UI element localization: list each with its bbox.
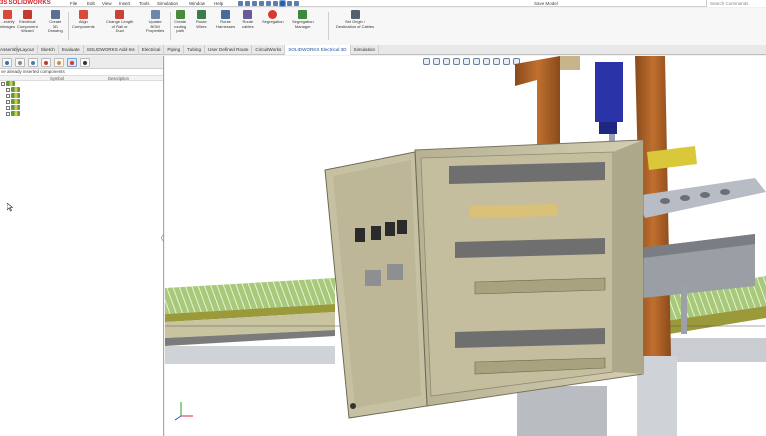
component-panel: ve already inserted components Symbol De… xyxy=(0,56,165,436)
routing-path-icon xyxy=(175,10,185,19)
tree-checkbox[interactable] xyxy=(6,112,10,116)
tree-checkbox[interactable] xyxy=(6,106,10,110)
tab-sketch[interactable]: Sketch xyxy=(38,45,59,55)
tab-electrical[interactable]: Electrical xyxy=(139,45,165,55)
separator xyxy=(328,12,329,40)
menu-help[interactable]: Help xyxy=(214,0,223,7)
route-harnesses-button[interactable]: Route Harnesses xyxy=(216,10,235,29)
tab-solidworks-add-ins[interactable]: SOLIDWORKS Add-Ins xyxy=(84,45,139,55)
route-wires-button[interactable]: Route Wires xyxy=(196,10,207,29)
menu-insert[interactable]: Insert xyxy=(119,0,130,7)
tab-circuitworks[interactable]: CircuitWorks xyxy=(252,45,286,55)
segregation-manager-button[interactable]: Segregation Manager xyxy=(292,10,314,29)
document-title: Save Model xyxy=(534,1,558,6)
open-icon[interactable] xyxy=(252,1,257,6)
segregation-manager-icon xyxy=(298,10,308,19)
tab-tubing[interactable]: Tubing xyxy=(184,45,206,55)
bom-icon xyxy=(150,10,160,19)
menu-view[interactable]: View xyxy=(102,0,112,7)
align-components-button[interactable]: Align Components xyxy=(72,10,95,29)
component-icon xyxy=(11,93,20,98)
home-icon[interactable] xyxy=(238,1,243,6)
tab-assembly[interactable]: Assembly xyxy=(0,45,20,55)
tree-checkbox[interactable] xyxy=(6,94,10,98)
component-icon xyxy=(6,81,15,86)
triad-icon xyxy=(174,402,193,421)
electrify-button[interactable]: ...ectrify nlinages xyxy=(0,10,15,29)
pneumatic-cylinder[interactable] xyxy=(595,62,623,148)
electrify-icon xyxy=(2,10,12,19)
print-icon[interactable] xyxy=(266,1,271,6)
component-tree xyxy=(0,81,163,117)
route-wires-icon xyxy=(196,10,206,19)
create-3d-drawing-button[interactable]: Create 3D Drawing xyxy=(48,10,63,34)
dimxpert-icon[interactable] xyxy=(41,57,51,67)
tab-solidworks-electrical-3d[interactable]: SOLIDWORKS Electrical 3D xyxy=(285,45,351,55)
feature-tree-icon[interactable] xyxy=(2,57,12,67)
create-routing-path-button[interactable]: Create routing path xyxy=(174,10,186,34)
tree-checkbox[interactable] xyxy=(1,82,5,86)
menu-window[interactable]: Window xyxy=(189,0,205,7)
electrical-manager-icon[interactable] xyxy=(67,57,77,67)
cabinet-icon[interactable] xyxy=(80,57,90,67)
component-icon xyxy=(11,87,20,92)
wizard-icon xyxy=(22,10,32,19)
component-icon xyxy=(11,99,20,104)
rebuild-icon[interactable] xyxy=(287,1,292,6)
tab-simulation[interactable]: Simulation xyxy=(351,45,379,55)
electrical-component-wizard-button[interactable]: Electrical Component Wizard xyxy=(17,10,38,34)
options-icon[interactable] xyxy=(294,1,299,6)
tree-checkbox[interactable] xyxy=(6,88,10,92)
component-icon xyxy=(11,105,20,110)
undo-icon[interactable] xyxy=(273,1,278,6)
drawing-icon xyxy=(50,10,60,19)
configuration-icon[interactable] xyxy=(28,57,38,67)
separator xyxy=(68,12,69,40)
graphics-area[interactable] xyxy=(165,56,766,436)
menu-tools[interactable]: Tools xyxy=(139,0,150,7)
route-harnesses-icon xyxy=(221,10,231,19)
tab-evaluate[interactable]: Evaluate xyxy=(59,45,84,55)
segregation-icon xyxy=(268,10,278,19)
mouse-cursor-icon xyxy=(7,203,13,212)
set-origin-destination-button[interactable]: Set Origin / Destination of Cables xyxy=(336,10,374,29)
model-scene xyxy=(165,56,766,436)
tree-row[interactable] xyxy=(0,111,163,117)
segregation-button[interactable]: Segregation xyxy=(262,10,284,25)
menu-simulation[interactable]: Simulation xyxy=(157,0,178,7)
electrical-cabinet[interactable] xyxy=(414,139,644,407)
display-manager-icon[interactable] xyxy=(54,57,64,67)
menu-edit[interactable]: Edit xyxy=(87,0,95,7)
update-bom-button[interactable]: Update BOM Properties xyxy=(146,10,164,34)
solidworks-logo[interactable]: 3SSOLIDWORKS xyxy=(0,0,51,7)
align-icon xyxy=(78,10,88,19)
property-manager-icon[interactable] xyxy=(15,57,25,67)
tab-layout[interactable]: Layout xyxy=(17,45,38,55)
panel-toolbar xyxy=(0,56,163,69)
route-cables-icon xyxy=(243,10,253,19)
component-icon xyxy=(11,111,20,116)
menu-file[interactable]: File xyxy=(70,0,77,7)
change-length-icon xyxy=(115,10,125,19)
title-bar: 3SSOLIDWORKS File Edit View Insert Tools… xyxy=(0,0,766,7)
quick-access-toolbar xyxy=(238,0,299,7)
command-tabs: Assembly Layout Sketch Evaluate SOLIDWOR… xyxy=(0,45,766,55)
cabinet-door[interactable] xyxy=(324,151,428,419)
new-icon[interactable] xyxy=(245,1,250,6)
tree-checkbox[interactable] xyxy=(6,100,10,104)
search-commands-input[interactable]: Search Commands xyxy=(706,0,766,7)
tab-user-defined-route[interactable]: User Defined Route xyxy=(205,45,253,55)
origin-destination-icon xyxy=(350,10,360,19)
separator xyxy=(170,12,171,40)
save-icon[interactable] xyxy=(259,1,264,6)
select-icon[interactable] xyxy=(279,0,286,7)
route-cables-button[interactable]: Route cables xyxy=(242,10,254,29)
tab-piping[interactable]: Piping xyxy=(164,45,185,55)
command-manager: ...ectrify nlinages Electrical Component… xyxy=(0,8,766,45)
change-length-button[interactable]: Change Length of Rail or Duct xyxy=(106,10,133,34)
